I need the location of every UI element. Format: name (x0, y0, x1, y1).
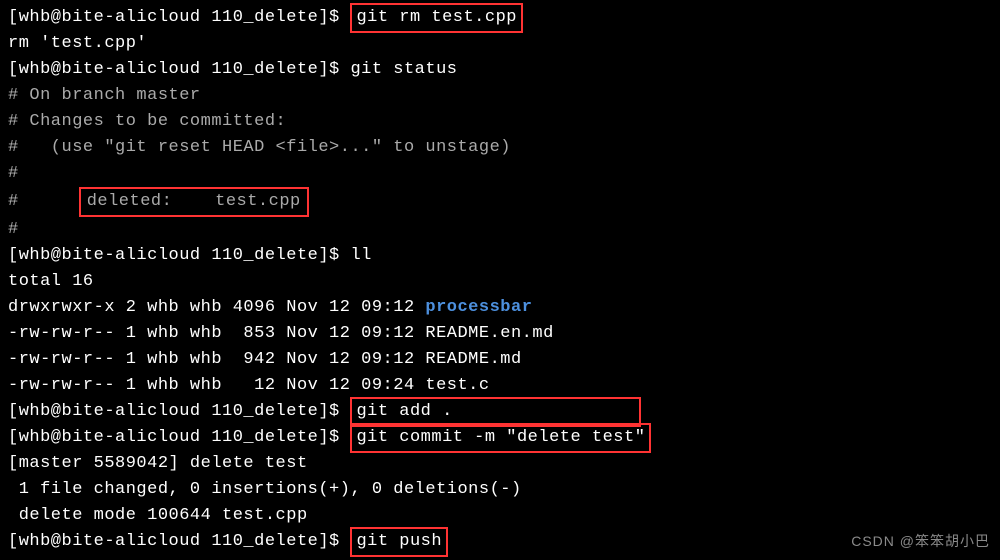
shell-prompt: [whb@bite-alicloud 110_delete]$ (8, 532, 350, 551)
cmd-pad (453, 402, 635, 421)
terminal-line: [whb@bite-alicloud 110_delete]$ git add … (8, 399, 992, 425)
git-status-line: # deleted: test.cpp (8, 187, 992, 217)
shell-prompt: [whb@bite-alicloud 110_delete]$ (8, 428, 350, 447)
ll-output: -rw-rw-r-- 1 whb whb 853 Nov 12 09:12 RE… (8, 321, 992, 347)
shell-prompt: [whb@bite-alicloud 110_delete]$ (8, 8, 350, 27)
command-text: ll (350, 246, 371, 265)
command-highlight: git rm test.cpp (350, 3, 523, 33)
shell-prompt: [whb@bite-alicloud 110_delete]$ (8, 246, 350, 265)
git-status-line: # Changes to be committed: (8, 109, 992, 135)
terminal-line: [whb@bite-alicloud 110_delete]$ git push (8, 529, 992, 555)
cmd-text: git add . (356, 402, 452, 421)
git-status-line: # (use "git reset HEAD <file>..." to uns… (8, 135, 992, 161)
deleted-file-highlight: deleted: test.cpp (79, 187, 309, 217)
terminal-line: [whb@bite-alicloud 110_delete]$ git stat… (8, 57, 992, 83)
terminal-line: [whb@bite-alicloud 110_delete]$ ll (8, 243, 992, 269)
hash-prefix: # (8, 192, 19, 211)
git-status-line: # On branch master (8, 83, 992, 109)
terminal-line: [whb@bite-alicloud 110_delete]$ git rm t… (8, 5, 992, 31)
ll-output: -rw-rw-r-- 1 whb whb 12 Nov 12 09:24 tes… (8, 373, 992, 399)
command-text: git status (350, 60, 457, 79)
command-highlight: git commit -m "delete test" (350, 423, 651, 453)
ll-output: -rw-rw-r-- 1 whb whb 942 Nov 12 09:12 RE… (8, 347, 992, 373)
commit-output: [master 5589042] delete test (8, 451, 992, 477)
watermark-text: CSDN @笨笨胡小巴 (851, 528, 990, 554)
git-status-line: # (8, 217, 992, 243)
git-status-line: # (8, 161, 992, 187)
command-highlight: git push (350, 527, 448, 557)
commit-output: 1 file changed, 0 insertions(+), 0 delet… (8, 477, 992, 503)
shell-prompt: [whb@bite-alicloud 110_delete]$ (8, 402, 350, 421)
commit-output: delete mode 100644 test.cpp (8, 503, 992, 529)
terminal-output: rm 'test.cpp' (8, 31, 992, 57)
terminal-line: [whb@bite-alicloud 110_delete]$ git comm… (8, 425, 992, 451)
ll-output: drwxrwxr-x 2 whb whb 4096 Nov 12 09:12 p… (8, 295, 992, 321)
shell-prompt: [whb@bite-alicloud 110_delete]$ (8, 60, 350, 79)
directory-name: processbar (425, 298, 532, 317)
ll-perms: drwxrwxr-x 2 whb whb 4096 Nov 12 09:12 (8, 298, 425, 317)
ll-output: total 16 (8, 269, 992, 295)
